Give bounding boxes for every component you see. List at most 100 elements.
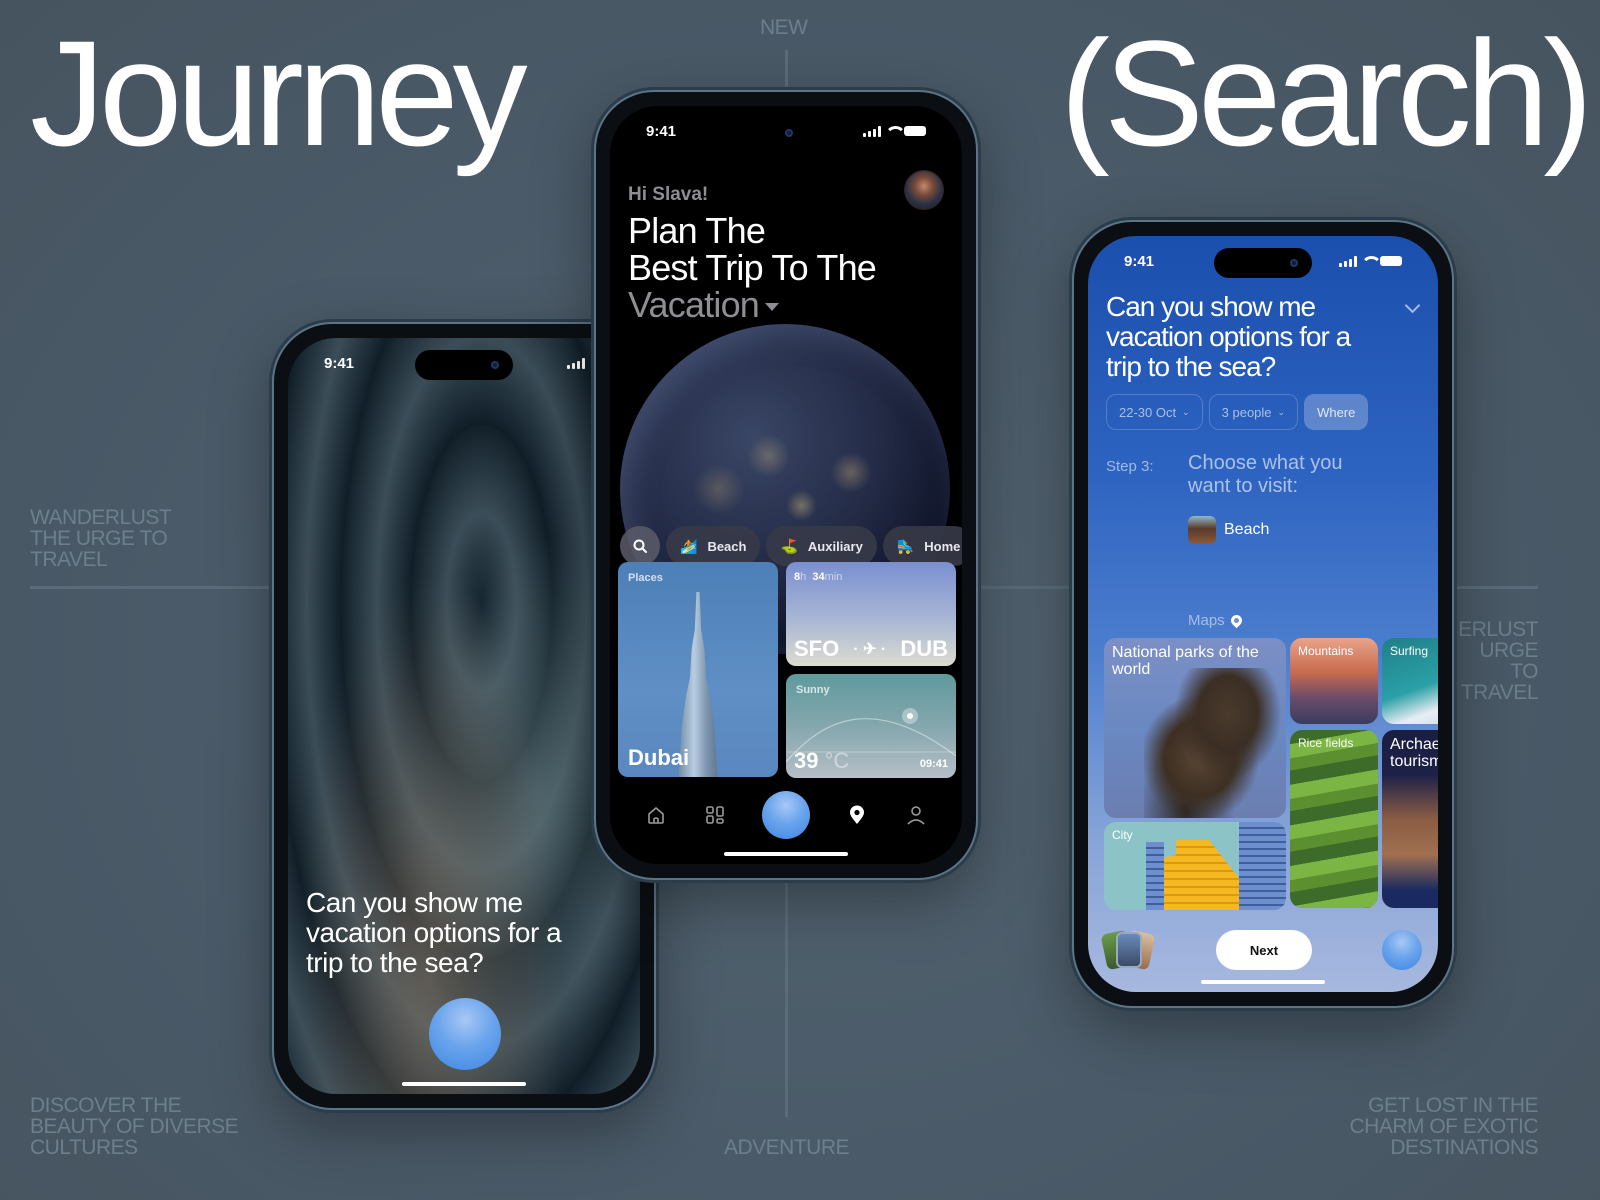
divider-left: [30, 586, 272, 589]
screen: 9:41 Hi Slava! Plan The Best Trip To The…: [610, 106, 962, 864]
map-pin-icon: [850, 805, 865, 824]
chevron-down-icon: ⌄: [1277, 406, 1286, 417]
search-button[interactable]: [620, 526, 660, 566]
battery-icon: [1380, 256, 1402, 266]
chip-auxiliary[interactable]: ⛳ Auxiliary: [766, 526, 877, 566]
camera-icon: [785, 129, 793, 137]
dynamic-island: [1214, 248, 1312, 278]
category-chips: 🏄 Beach ⛳ Auxiliary 🛼 Home: [620, 526, 962, 566]
flight-route: SFO · ✈ · DUB: [794, 636, 948, 662]
search-filters: 22-30 Oct ⌄ 3 people ⌄ Where: [1106, 394, 1369, 430]
collapse-chevron-icon[interactable]: [1404, 297, 1421, 314]
filter-people[interactable]: 3 people ⌄: [1208, 394, 1299, 430]
chip-home[interactable]: 🛼 Home: [882, 526, 962, 566]
flight-destination: DUB: [900, 636, 948, 661]
tab-profile[interactable]: [904, 803, 928, 827]
phone-search: 9:41 Can you show me vacation options fo…: [1072, 220, 1454, 1008]
tab-home[interactable]: [644, 803, 668, 827]
tile-mountains[interactable]: Mountains: [1290, 638, 1378, 724]
page-title: Plan The Best Trip To The Vacation: [628, 210, 877, 325]
avatar[interactable]: [904, 170, 944, 210]
place-city: Dubai: [628, 745, 690, 770]
headline-journey: Journey: [30, 9, 528, 177]
flight-origin: SFO: [794, 636, 840, 661]
tile-city[interactable]: City: [1104, 822, 1286, 910]
signal-icon: [863, 125, 881, 137]
assistant-orb-button[interactable]: [1382, 930, 1422, 970]
surfer-icon: 🏄: [680, 537, 698, 554]
tab-bar: [610, 790, 962, 840]
caption-get-lost: GET LOST IN THE CHARM OF EXOTIC DESTINAT…: [1349, 1094, 1538, 1159]
chevron-down-icon: ⌄: [1182, 406, 1190, 417]
weather-condition: Sunny: [796, 684, 830, 696]
search-query-title: Can you show me vacation options for a t…: [1106, 291, 1351, 382]
divider-right: [1454, 586, 1538, 589]
flight-duration: 8h 34min: [794, 571, 843, 583]
status-time: 9:41: [646, 122, 677, 140]
tile-national-parks[interactable]: National parks of the world: [1104, 638, 1286, 818]
photo-stack-thumbnail[interactable]: [1100, 929, 1156, 972]
weather-time: 09:41: [919, 758, 948, 770]
voice-query-text: Can you show me vacation options for a t…: [306, 887, 562, 978]
caption-discover: DISCOVER THE BEAUTY OF DIVERSE CULTURES: [30, 1094, 239, 1159]
filter-where[interactable]: Where: [1304, 394, 1369, 430]
home-indicator[interactable]: [402, 1082, 526, 1086]
flight-card[interactable]: 8h 34min SFO · ✈ · DUB: [786, 562, 956, 666]
status-icons: [1339, 255, 1402, 267]
assistant-orb-button[interactable]: [429, 998, 501, 1070]
headline-search: (Search): [1060, 9, 1593, 177]
dynamic-island: [415, 350, 513, 380]
home-indicator[interactable]: [1201, 980, 1325, 984]
status-icons: [863, 125, 926, 137]
user-icon: [907, 806, 925, 825]
golf-flag-icon: ⛳: [780, 537, 798, 554]
greeting: Hi Slava!: [628, 184, 709, 205]
caption-wanderlust-right: ERLUST URGE TO TRAVEL: [1458, 619, 1538, 703]
caption-adventure: ADVENTURE: [724, 1136, 850, 1159]
tab-assistant-orb[interactable]: [761, 791, 810, 839]
maps-link[interactable]: Maps: [1188, 612, 1244, 629]
phone-home: 9:41 Hi Slava! Plan The Best Trip To The…: [594, 90, 978, 880]
temperature: 39 °C: [794, 748, 850, 773]
beach-thumbnail: [1188, 516, 1216, 544]
tab-map[interactable]: [845, 803, 869, 827]
tile-surfing[interactable]: Surfing: [1382, 638, 1438, 724]
status-time: 9:41: [324, 354, 355, 372]
weather-card[interactable]: Sunny 39 °C 09:41: [786, 674, 956, 778]
step-question: Choose what you want to visit:: [1188, 452, 1343, 497]
places-card[interactable]: Places Dubai: [618, 562, 778, 777]
signal-icon: [567, 357, 585, 369]
status-time: 9:41: [1124, 252, 1155, 270]
dynamic-island: [737, 118, 835, 148]
divider-top: [785, 50, 788, 90]
home-icon: [647, 807, 664, 824]
camera-icon: [1290, 259, 1298, 267]
search-icon: [633, 539, 647, 553]
screen: 9:41 Can you show me vacation options fo…: [288, 338, 640, 1094]
step-label: Step 3:: [1106, 458, 1154, 475]
wifi-icon: [1361, 255, 1382, 267]
joshua-tree-image: [1144, 668, 1284, 818]
screen: 9:41 Can you show me vacation options fo…: [1088, 236, 1438, 992]
home-indicator[interactable]: [724, 852, 848, 856]
airplane-icon: · ✈ ·: [853, 641, 887, 658]
trip-type-dropdown[interactable]: Vacation: [628, 286, 876, 323]
chip-beach[interactable]: 🏄 Beach: [666, 526, 761, 566]
map-pin-icon: [1228, 612, 1244, 629]
filter-dates[interactable]: 22-30 Oct ⌄: [1106, 394, 1203, 430]
bottom-actions: Next: [1088, 926, 1438, 976]
tile-rice-fields[interactable]: Rice fields: [1290, 730, 1378, 908]
tile-archaeological-tourism[interactable]: Archaeological tourism: [1382, 730, 1438, 908]
grid-icon: [705, 806, 724, 824]
selected-option[interactable]: Beach: [1188, 516, 1269, 544]
tab-apps[interactable]: [703, 803, 727, 827]
wifi-icon: [885, 125, 906, 137]
signal-icon: [1339, 255, 1357, 267]
camera-icon: [491, 361, 499, 369]
next-button[interactable]: Next: [1216, 930, 1312, 970]
divider-bottom: [785, 880, 788, 1117]
divider-center-right: [978, 586, 1072, 589]
battery-icon: [904, 126, 926, 136]
caption-wanderlust-left: WANDERLUST THE URGE TO TRAVEL: [30, 506, 172, 571]
caption-new: NEW: [760, 16, 808, 39]
